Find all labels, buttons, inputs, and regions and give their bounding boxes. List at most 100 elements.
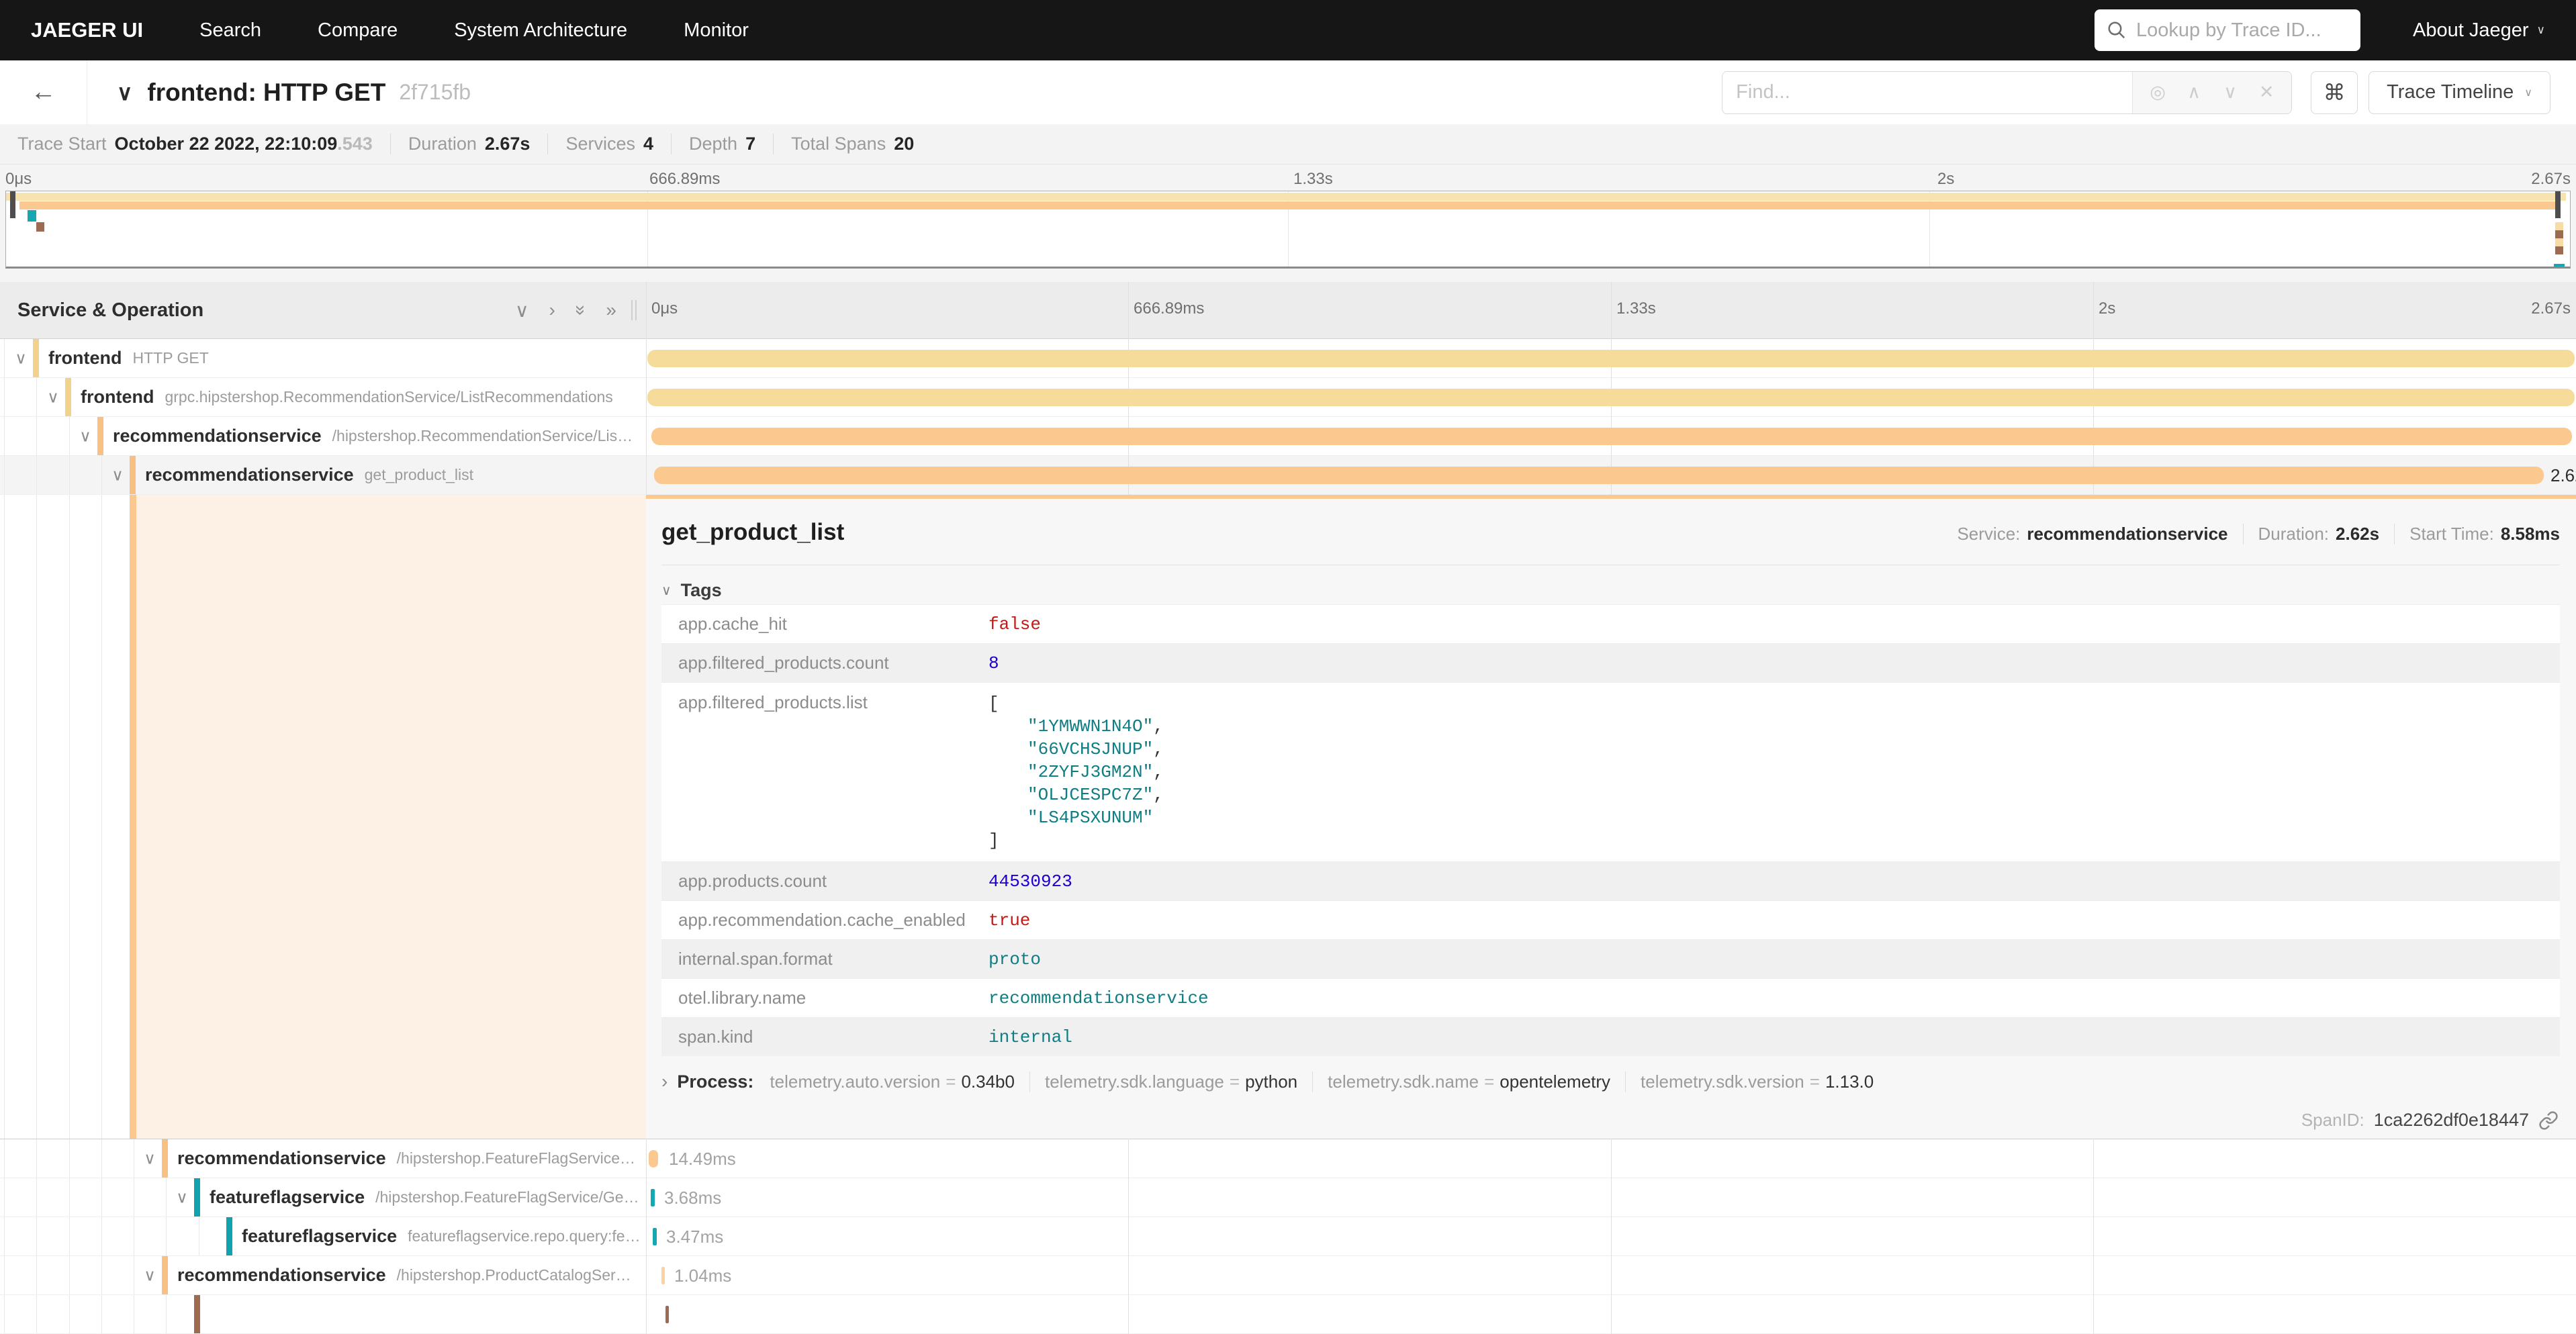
meta-label: Services [565, 134, 635, 154]
list-comma: , [1153, 785, 1164, 805]
service-color-stripe [97, 417, 103, 455]
span-bar[interactable] [647, 389, 2575, 406]
trace-id-lookup-input[interactable] [2136, 19, 2348, 42]
tag-row: app.cache_hit false [661, 604, 2560, 643]
span-row-selected[interactable]: ∨ recommendationservice get_product_list… [0, 456, 2576, 495]
span-row[interactable]: ∨ frontend HTTP GET [0, 339, 2576, 378]
nav-item-monitor[interactable]: Monitor [684, 19, 749, 42]
span-track[interactable]: 3.47ms [646, 1217, 2576, 1255]
app-logo[interactable]: JAEGER UI [31, 18, 143, 42]
span-bar[interactable] [649, 1150, 658, 1168]
span-bar[interactable] [653, 1228, 657, 1245]
minimap-canvas[interactable] [5, 191, 2571, 269]
minimap-tick: 2.67s [2531, 170, 2571, 189]
collapse-span-chevron[interactable]: ∨ [11, 348, 31, 368]
process-value: 0.34b0 [961, 1071, 1015, 1092]
collapse-span-chevron[interactable]: ∨ [43, 387, 63, 407]
span-track[interactable]: 2.62s [646, 456, 2576, 494]
nav-item-system-architecture[interactable]: System Architecture [454, 19, 627, 42]
tags-section-toggle[interactable]: ∨ Tags [661, 576, 2560, 604]
clear-find-icon[interactable]: ✕ [2248, 82, 2285, 103]
span-track[interactable] [646, 1295, 2576, 1333]
copy-link-icon[interactable] [2538, 1110, 2559, 1131]
minimap-left-scrubber[interactable] [10, 191, 15, 218]
span-duration-label: 1.04ms [674, 1266, 731, 1286]
tag-value: 8 [988, 653, 999, 673]
span-bar[interactable] [651, 1189, 655, 1206]
span-bar[interactable] [665, 1306, 669, 1323]
about-jaeger-menu[interactable]: About Jaeger ∨ [2413, 19, 2545, 42]
span-row[interactable]: ∨ recommendationservice /hipstershop.Rec… [0, 417, 2576, 456]
list-item: "OLJCESPC7Z" [1027, 785, 1153, 805]
focus-match-icon[interactable]: ◎ [2140, 82, 2176, 103]
tag-key: app.cache_hit [661, 614, 988, 634]
process-section-toggle[interactable]: › Process: telemetry.auto.version=0.34b0… [661, 1071, 2560, 1092]
collapse-trace-chevron[interactable]: ∨ [117, 80, 132, 105]
column-resize-handle[interactable] [631, 300, 637, 320]
collapse-span-chevron[interactable]: ∨ [140, 1149, 160, 1168]
span-row[interactable]: ∨ featureflagservice /hipstershop.Featur… [0, 1178, 2576, 1217]
tags-section-title: Tags [681, 580, 722, 601]
meta-value: October 22 2022, 22:10:09 [115, 134, 338, 154]
span-bar[interactable] [647, 350, 2575, 367]
next-match-icon[interactable]: ∨ [2212, 82, 2248, 103]
meta-value-fraction: .543 [337, 134, 373, 154]
span-duration-label: 3.68ms [664, 1188, 721, 1208]
span-bar[interactable] [654, 467, 2544, 484]
span-operation: get_product_list [365, 466, 473, 484]
span-track[interactable] [646, 417, 2576, 455]
trace-title: frontend: HTTP GET [147, 79, 385, 107]
minimap-right-scrubber[interactable] [2555, 191, 2561, 218]
tag-row: internal.span.format proto [661, 939, 2560, 978]
service-color-stripe [162, 1139, 168, 1178]
collapse-span-chevron[interactable]: ∨ [75, 426, 95, 446]
collapse-all-icon[interactable]: » [606, 299, 616, 321]
indent-guide [101, 1178, 102, 1217]
span-operation: /hipstershop.RecommendationService/Lis… [332, 427, 633, 445]
span-track[interactable] [646, 378, 2576, 416]
nav-item-search[interactable]: Search [199, 19, 261, 42]
span-track[interactable]: 14.49ms [646, 1139, 2576, 1178]
nav-item-compare[interactable]: Compare [318, 19, 398, 42]
collapse-span-chevron[interactable]: ∨ [107, 465, 128, 485]
span-row[interactable]: ∨ recommendationservice /hipstershop.Pro… [0, 1256, 2576, 1295]
collapse-span-chevron[interactable]: ∨ [140, 1266, 160, 1285]
back-button[interactable]: ← [0, 60, 87, 124]
minimap-tick: 2s [1937, 170, 1954, 189]
find-input[interactable] [1722, 72, 2132, 113]
span-row[interactable]: ∨ frontend grpc.hipstershop.Recommendati… [0, 378, 2576, 417]
detail-duration-label: Duration: [2258, 524, 2330, 544]
indent-guide [101, 1217, 102, 1255]
indent-guide [36, 456, 37, 494]
span-row-partial[interactable] [0, 1295, 2576, 1334]
span-bar[interactable] [661, 1267, 665, 1284]
span-row[interactable]: featureflagservice featureflagservice.re… [0, 1217, 2576, 1256]
nav-right: About Jaeger ∨ [2095, 9, 2545, 51]
minimap-span-block [2555, 246, 2563, 254]
list-comma: , [1153, 739, 1164, 759]
span-service: recommendationservice [113, 426, 322, 446]
meta-total-spans: Total Spans 20 [773, 134, 914, 154]
indent-guide [166, 1178, 167, 1217]
expand-one-icon[interactable]: › [549, 299, 555, 321]
span-track[interactable]: 1.04ms [646, 1256, 2576, 1294]
process-item: telemetry.sdk.name=opentelemetry [1312, 1071, 1610, 1092]
span-service: featureflagservice [210, 1187, 365, 1208]
prev-match-icon[interactable]: ∧ [2176, 82, 2212, 103]
indent-guide [4, 339, 5, 377]
indent-guide [36, 1217, 37, 1255]
tag-key: span.kind [661, 1027, 988, 1047]
span-track[interactable]: 3.68ms [646, 1178, 2576, 1217]
span-track[interactable] [646, 339, 2576, 377]
span-operation: featureflagservice.repo.query:fe… [408, 1227, 640, 1245]
expand-all-icon[interactable]: » [570, 305, 592, 316]
span-bar[interactable] [651, 428, 2572, 445]
collapse-one-icon[interactable]: ∨ [515, 299, 529, 322]
keyboard-shortcuts-button[interactable]: ⌘ [2311, 71, 2358, 114]
span-row[interactable]: ∨ recommendationservice /hipstershop.Fea… [0, 1139, 2576, 1178]
equals-sign: = [1810, 1071, 1820, 1092]
collapse-span-chevron[interactable]: ∨ [172, 1188, 192, 1207]
find-group: ◎ ∧ ∨ ✕ [1722, 71, 2292, 114]
trace-view-selector[interactable]: Trace Timeline ∨ [2368, 71, 2550, 114]
span-service: recommendationservice [145, 465, 354, 485]
